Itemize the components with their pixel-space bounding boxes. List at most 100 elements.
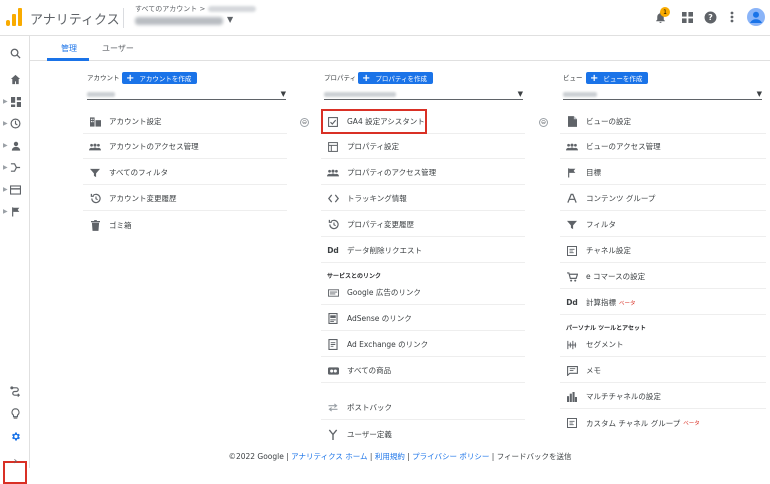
expand-caret-icon[interactable]: ▶ xyxy=(3,98,8,105)
send-feedback-link[interactable]: フィードバックを送信 xyxy=(497,452,572,461)
content-grouping-item[interactable]: コンテンツ グループ xyxy=(560,187,766,211)
plus-icon: + xyxy=(590,72,599,84)
expand-caret-icon[interactable]: ▶ xyxy=(3,186,8,193)
admin-gear-icon[interactable] xyxy=(9,430,22,443)
filter-icon xyxy=(566,219,578,231)
customization-icon[interactable] xyxy=(9,95,22,108)
expand-caret-icon[interactable]: ▶ xyxy=(3,142,8,149)
conversions-flag-icon[interactable] xyxy=(9,205,22,218)
footer-separator: | xyxy=(369,452,373,461)
realtime-clock-icon[interactable] xyxy=(9,117,22,130)
acquisition-icon[interactable] xyxy=(9,161,22,174)
expand-caret-icon[interactable]: ▶ xyxy=(3,208,8,215)
dropdown-caret-icon: ▼ xyxy=(517,90,523,98)
fork-icon xyxy=(327,428,339,440)
top-bar: アナリティクス すべてのアカウント > ▼ 1 ? xyxy=(0,0,770,36)
all-filters-item[interactable]: すべてのフィルタ xyxy=(83,161,287,185)
content-group-icon xyxy=(566,193,578,205)
copyright-text: ©2022 Google | xyxy=(228,452,289,461)
property-access-management-item[interactable]: プロパティのアクセス管理 xyxy=(321,161,525,185)
account-selector-caret-icon[interactable]: ▼ xyxy=(227,15,233,24)
view-access-management-item[interactable]: ビューのアクセス管理 xyxy=(560,135,766,159)
trash-icon xyxy=(89,219,101,231)
custom-channel-grouping-item[interactable]: カスタム チャネル グループ ベータ xyxy=(560,411,766,435)
ecommerce-settings-item[interactable]: e コマースの設定 xyxy=(560,265,766,289)
ads-icon xyxy=(327,287,339,299)
trash-item[interactable]: ゴミ箱 xyxy=(83,213,287,237)
account-column-heading: アカウント xyxy=(87,74,120,82)
view-filters-item[interactable]: フィルタ xyxy=(560,213,766,237)
ad-exchange-links-item[interactable]: Ad Exchange のリンク xyxy=(321,333,525,357)
personal-tools-heading: パーソナル ツールとアセット xyxy=(566,325,646,332)
tab-user[interactable]: ユーザー xyxy=(102,43,134,54)
custom-channel-icon xyxy=(566,417,578,429)
account-access-management-item[interactable]: アカウントのアクセス管理 xyxy=(83,135,287,159)
audience-person-icon[interactable] xyxy=(9,139,22,152)
people-icon xyxy=(327,167,339,179)
attribution-icon[interactable] xyxy=(9,385,22,398)
create-property-button[interactable]: + プロパティを作成 xyxy=(358,72,434,84)
property-select[interactable]: ▼ xyxy=(324,89,523,100)
expand-caret-icon[interactable]: ▶ xyxy=(3,120,8,127)
property-settings-item[interactable]: プロパティ設定 xyxy=(321,135,525,159)
collapse-account-icon[interactable]: ⊖ xyxy=(300,118,309,127)
dropdown-caret-icon: ▼ xyxy=(756,90,762,98)
breadcrumb[interactable]: すべてのアカウント > xyxy=(135,4,256,14)
flag-icon xyxy=(566,167,578,179)
account-select[interactable]: ▼ xyxy=(87,89,286,100)
segments-item[interactable]: セグメント xyxy=(560,333,766,357)
multichannel-settings-item[interactable]: マルチチャネルの設定 xyxy=(560,385,766,409)
apps-grid-icon[interactable] xyxy=(679,9,695,25)
more-vert-icon[interactable] xyxy=(724,9,740,25)
app-title: アナリティクス xyxy=(30,13,120,28)
create-account-button[interactable]: + アカウントを作成 xyxy=(122,72,198,84)
account-change-history-item[interactable]: アカウント変更履歴 xyxy=(83,187,287,211)
behavior-icon[interactable] xyxy=(9,183,22,196)
filter-icon xyxy=(89,167,101,179)
expand-nav-chevron-icon[interactable]: › xyxy=(9,455,22,468)
memo-icon xyxy=(566,365,578,377)
expand-caret-icon[interactable]: ▶ xyxy=(3,164,8,171)
home-icon[interactable] xyxy=(9,73,22,86)
tracking-info-item[interactable]: トラッキング情報 xyxy=(321,187,525,211)
adexchange-icon xyxy=(327,339,339,351)
postback-icon xyxy=(327,402,339,414)
privacy-policy-link[interactable]: プライバシー ポリシー xyxy=(412,452,489,461)
account-selector-value[interactable] xyxy=(135,17,223,25)
svg-text:?: ? xyxy=(708,12,713,22)
channel-settings-item[interactable]: チャネル設定 xyxy=(560,239,766,263)
help-icon[interactable]: ? xyxy=(702,9,718,25)
goals-item[interactable]: 目標 xyxy=(560,161,766,185)
view-select[interactable]: ▼ xyxy=(563,89,762,100)
products-icon xyxy=(327,365,339,377)
discover-bulb-icon[interactable] xyxy=(9,407,22,420)
notifications-icon[interactable]: 1 xyxy=(652,7,670,25)
footer: ©2022 Google | アナリティクス ホーム | 利用規約 | プライバ… xyxy=(30,446,770,468)
active-tab-indicator xyxy=(47,58,89,61)
calculated-metrics-item[interactable]: Dd 計算指標 ベータ xyxy=(560,291,766,315)
account-settings-item[interactable]: アカウント設定 xyxy=(83,110,287,134)
view-column-heading: ビュー xyxy=(563,74,583,82)
analytics-logo-icon[interactable] xyxy=(6,8,22,26)
adsense-icon xyxy=(327,313,339,325)
annotations-item[interactable]: メモ xyxy=(560,359,766,383)
custom-definitions-item[interactable]: ユーザー定義 xyxy=(321,422,525,446)
collapse-property-icon[interactable]: ⊖ xyxy=(539,118,548,127)
search-icon[interactable] xyxy=(9,47,22,60)
property-change-history-item[interactable]: プロパティ変更履歴 xyxy=(321,213,525,237)
google-ads-links-item[interactable]: Google 広告のリンク xyxy=(321,281,525,305)
view-settings-item[interactable]: ビューの設定 xyxy=(560,110,766,134)
data-deletion-requests-item[interactable]: Dd データ削除リクエスト xyxy=(321,239,525,263)
people-icon xyxy=(566,141,578,153)
people-icon xyxy=(89,141,101,153)
adsense-links-item[interactable]: AdSense のリンク xyxy=(321,307,525,331)
tab-admin[interactable]: 管理 xyxy=(61,43,77,54)
avatar[interactable] xyxy=(746,7,766,27)
bar-chart-icon xyxy=(566,391,578,403)
terms-link[interactable]: 利用規約 xyxy=(375,452,405,461)
postback-item[interactable]: ポストバック xyxy=(321,396,525,420)
analytics-home-link[interactable]: アナリティクス ホーム xyxy=(291,452,367,461)
building-icon xyxy=(89,116,101,128)
all-products-item[interactable]: すべての商品 xyxy=(321,359,525,383)
create-view-button[interactable]: + ビューを作成 xyxy=(586,72,649,84)
